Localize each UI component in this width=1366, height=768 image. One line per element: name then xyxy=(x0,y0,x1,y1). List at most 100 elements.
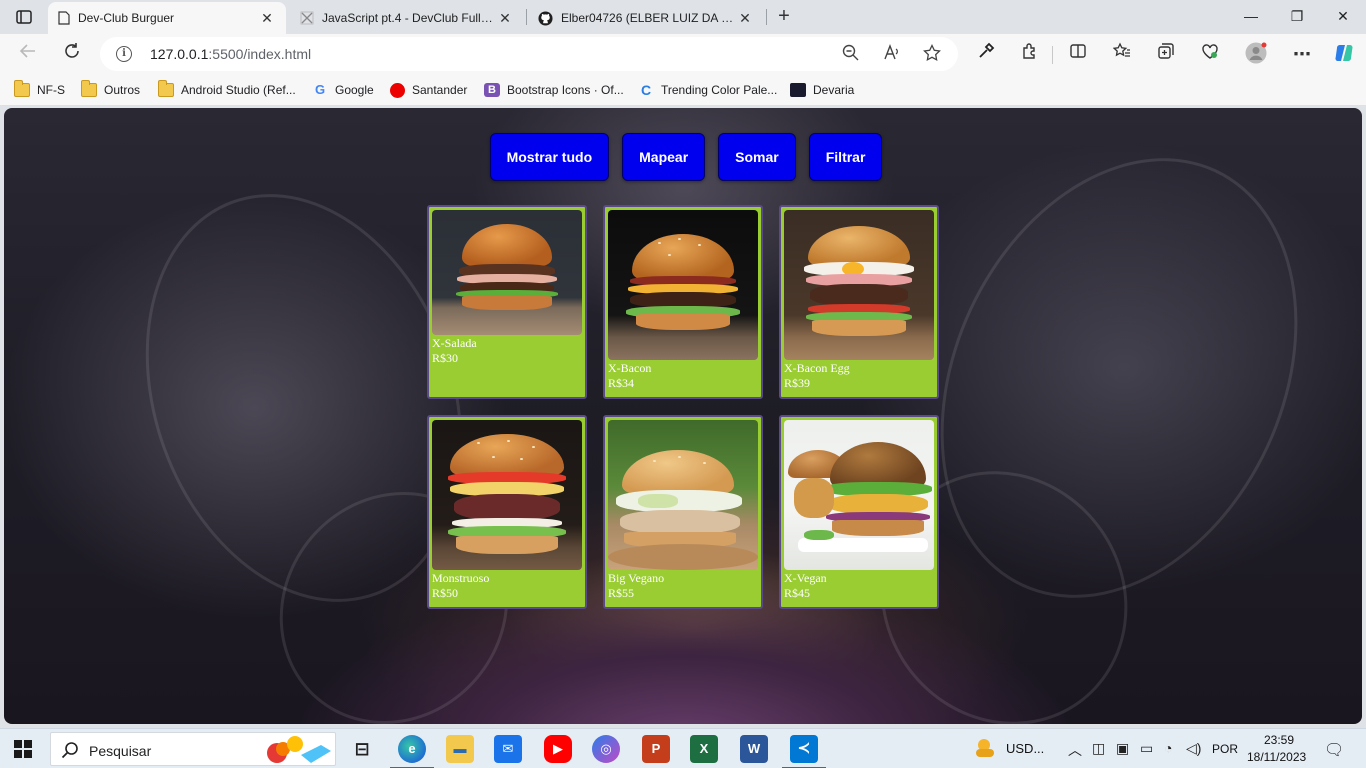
bookmark-outros[interactable]: Outros xyxy=(81,80,141,99)
close-window-button[interactable]: ✕ xyxy=(1320,4,1366,28)
bookmark-devaria[interactable]: Devaria xyxy=(790,81,854,99)
taskbar-search[interactable]: Pesquisar xyxy=(50,732,336,766)
close-tab-icon[interactable]: ✕ xyxy=(496,10,514,27)
bookmark-label: Android Studio (Ref... xyxy=(181,83,296,97)
bookmark-bootstrap-icons[interactable]: B Bootstrap Icons · Of... xyxy=(484,81,624,99)
product-card: X-Bacon R$34 xyxy=(603,205,763,399)
file-explorer-icon[interactable]: ▬ xyxy=(446,735,474,763)
show-all-button[interactable]: Mostrar tudo xyxy=(489,133,610,181)
tab-title: Dev-Club Burguer xyxy=(78,11,175,25)
restore-button[interactable]: ❐ xyxy=(1274,4,1320,28)
edge-taskbar-icon[interactable]: e xyxy=(390,735,434,768)
extensions-icon[interactable] xyxy=(1018,42,1042,66)
product-card: X-Bacon Egg R$39 xyxy=(779,205,939,399)
task-view-icon[interactable]: ⊟ xyxy=(348,735,376,763)
powerpoint-icon[interactable]: P xyxy=(642,735,670,763)
volume-icon[interactable]: ◁) xyxy=(1186,740,1201,757)
new-tab-button[interactable]: + xyxy=(772,5,796,29)
bookmark-android-studio[interactable]: Android Studio (Ref... xyxy=(158,80,296,99)
folder-icon xyxy=(14,80,30,97)
product-card: X-Salada R$30 xyxy=(427,205,587,399)
favorite-star-icon[interactable] xyxy=(922,43,942,64)
tab-actions-button[interactable] xyxy=(8,5,40,29)
github-icon xyxy=(538,10,553,26)
language-indicator[interactable]: POR xyxy=(1212,742,1238,756)
word-icon[interactable]: W xyxy=(740,735,768,763)
reload-button[interactable] xyxy=(60,42,84,66)
split-screen-icon[interactable] xyxy=(1066,42,1090,66)
wifi-icon[interactable]: ◔ xyxy=(1164,740,1172,756)
back-button[interactable] xyxy=(16,42,40,66)
product-price: R$39 xyxy=(784,376,811,390)
tab-javascript[interactable]: JavaScript pt.4 - DevClub Full Sta ✕ xyxy=(290,2,524,34)
folder-icon xyxy=(158,80,174,97)
product-name: X-Vegan xyxy=(784,571,827,585)
product-image-x-vegan xyxy=(784,420,934,570)
bookmark-santander[interactable]: Santander xyxy=(390,81,467,99)
mail-icon[interactable]: ✉ xyxy=(494,735,522,763)
close-tab-icon[interactable]: ✕ xyxy=(736,10,754,27)
profile-avatar[interactable] xyxy=(1244,42,1268,66)
tab-dev-club-burguer[interactable]: Dev-Club Burguer ✕ xyxy=(48,2,286,34)
tab-github[interactable]: Elber04726 (ELBER LUIZ DA ROSA ✕ xyxy=(528,2,764,34)
browser-toolbar: i 127.0.0.1:5500/index.html ⋯ xyxy=(0,34,1366,74)
copilot-taskbar-icon[interactable]: ◎ xyxy=(592,735,620,763)
more-options-icon[interactable]: ⋯ xyxy=(1290,42,1314,66)
toolbar-separator xyxy=(1052,46,1053,64)
product-image-x-bacon xyxy=(608,210,758,360)
filter-button[interactable]: Filtrar xyxy=(808,133,883,181)
bookmark-trending-color[interactable]: C Trending Color Pale... xyxy=(638,81,777,99)
product-card: X-Vegan R$45 xyxy=(779,415,939,609)
favorites-icon[interactable] xyxy=(1110,42,1134,66)
page-viewport: Mostrar tudo Mapear Somar Filtrar X-Sala… xyxy=(4,108,1362,724)
address-bar[interactable]: i 127.0.0.1:5500/index.html xyxy=(100,37,958,71)
trending-color-icon: C xyxy=(640,82,652,98)
bookmark-label: Outros xyxy=(104,83,141,97)
bookmark-nf-s[interactable]: NF-S xyxy=(14,80,65,99)
start-button[interactable] xyxy=(14,740,32,758)
clock-time[interactable]: 23:59 xyxy=(1264,733,1294,747)
read-aloud-icon[interactable] xyxy=(881,44,901,64)
battery-icon[interactable]: ▭ xyxy=(1140,740,1153,757)
youtube-icon[interactable]: ▶ xyxy=(544,735,572,763)
bookmark-google[interactable]: G Google xyxy=(312,81,374,99)
google-icon: G xyxy=(314,82,326,97)
product-list: X-Salada R$30 X-Bacon R$34 X-Bacon Egg R… xyxy=(427,205,939,609)
santander-icon xyxy=(390,82,405,98)
product-card: Big Vegano R$55 xyxy=(603,415,763,609)
excel-icon[interactable]: X xyxy=(690,735,718,763)
collections-icon[interactable] xyxy=(1154,42,1178,66)
display-icon[interactable]: ▣ xyxy=(1116,740,1129,757)
chevron-up-icon[interactable]: ︿ xyxy=(1068,740,1082,760)
meet-now-icon[interactable]: ◫ xyxy=(1092,740,1105,757)
windows-logo-icon xyxy=(24,740,32,748)
bookmark-label: NF-S xyxy=(37,83,65,97)
copilot-icon[interactable] xyxy=(1332,42,1356,66)
zoom-icon[interactable] xyxy=(840,44,860,64)
windows-logo-icon xyxy=(14,740,22,748)
bookmark-label: Devaria xyxy=(813,83,855,97)
product-price: R$50 xyxy=(432,586,459,600)
site-info-icon[interactable]: i xyxy=(116,46,132,62)
close-tab-icon[interactable]: ✕ xyxy=(258,10,276,27)
vscode-icon[interactable]: ≺ xyxy=(782,735,826,768)
product-price: R$45 xyxy=(784,586,811,600)
search-highlight-icon xyxy=(267,736,331,763)
address-url[interactable]: 127.0.0.1:5500/index.html xyxy=(150,46,311,62)
minimize-button[interactable]: — xyxy=(1228,4,1274,28)
devclub-icon xyxy=(300,11,314,25)
notifications-icon[interactable]: 🗨 xyxy=(1324,740,1344,760)
browser-essentials-icon[interactable] xyxy=(1198,42,1222,66)
product-image-x-bacon-egg xyxy=(784,210,934,360)
weather-icon xyxy=(976,739,994,757)
eyedropper-extension-icon[interactable] xyxy=(974,42,998,66)
product-card: Monstruoso R$50 xyxy=(427,415,587,609)
product-name: X-Bacon Egg xyxy=(784,361,850,375)
map-button[interactable]: Mapear xyxy=(622,133,706,181)
devaria-icon xyxy=(790,83,806,97)
product-name: X-Salada xyxy=(432,336,477,350)
windows-logo-icon xyxy=(24,750,32,758)
clock-date[interactable]: 18/11/2023 xyxy=(1247,750,1306,764)
weather-text[interactable]: USD... xyxy=(1006,741,1044,756)
sum-button[interactable]: Somar xyxy=(718,133,796,181)
